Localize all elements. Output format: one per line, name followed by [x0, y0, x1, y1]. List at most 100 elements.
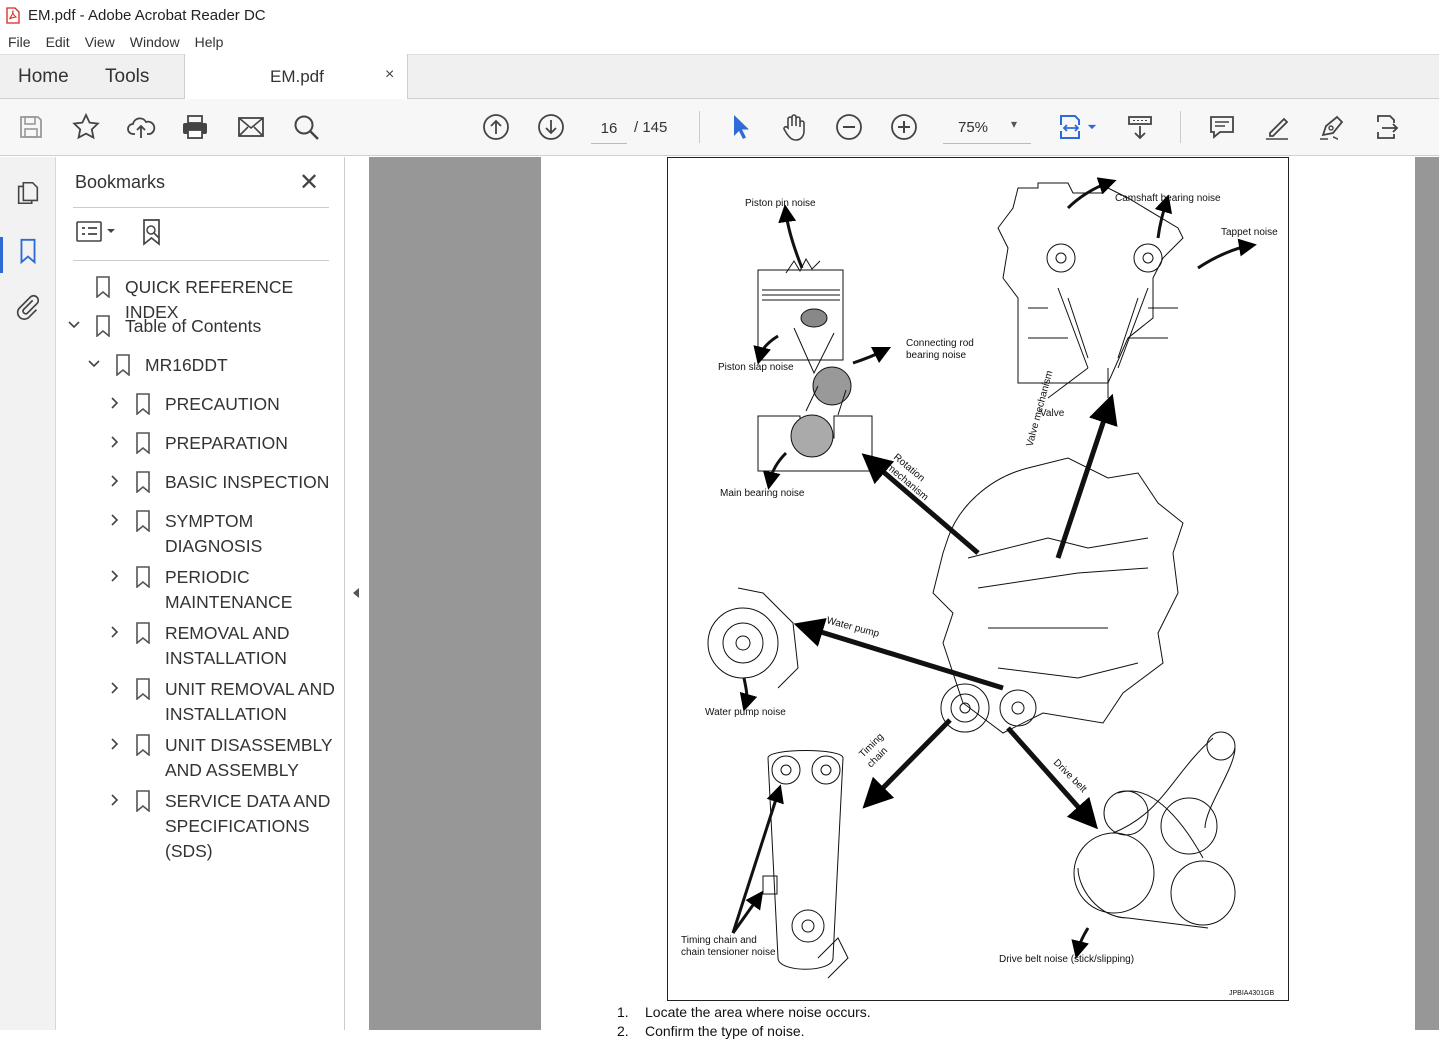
chevron-right-icon[interactable]	[107, 509, 121, 539]
bookmark-item[interactable]: SERVICE DATA AND SPECIFICATIONS (SDS)	[57, 789, 345, 864]
chevron-right-icon[interactable]	[107, 621, 121, 651]
tab-document[interactable]: EM.pdf ×	[184, 54, 408, 100]
email-icon[interactable]	[235, 111, 267, 143]
menu-window[interactable]: Window	[130, 34, 180, 50]
collapse-panel-icon[interactable]	[349, 583, 363, 603]
menu-edit[interactable]: Edit	[46, 34, 70, 50]
bookmark-label: SERVICE DATA AND SPECIFICATIONS (SDS)	[165, 791, 331, 861]
chevron-down-icon[interactable]	[87, 353, 101, 383]
share-edit-icon[interactable]	[1371, 111, 1403, 143]
bookmark-icon	[135, 393, 151, 416]
chevron-right-icon[interactable]	[107, 565, 121, 595]
bookmark-icon	[95, 315, 111, 338]
next-page-icon[interactable]	[535, 111, 567, 143]
tab-strip: Home Tools EM.pdf ×	[0, 54, 1439, 100]
highlight-pen-icon[interactable]	[1261, 111, 1293, 143]
chevron-right-icon[interactable]	[107, 392, 121, 422]
page-thumbnails-icon[interactable]	[12, 177, 44, 209]
bookmark-label: Table of Contents	[125, 316, 262, 336]
window-title: EM.pdf - Adobe Acrobat Reader DC	[28, 6, 266, 24]
select-arrow-icon[interactable]	[724, 111, 756, 143]
bookmark-label: PERIODIC MAINTENANCE	[165, 567, 293, 612]
bookmark-label: SYMPTOM DIAGNOSIS	[165, 511, 263, 556]
page-number-input[interactable]	[591, 114, 627, 144]
bookmark-label: UNIT REMOVAL AND INSTALLATION	[165, 679, 335, 724]
close-panel-icon[interactable]: ✕	[299, 168, 319, 197]
attachments-icon[interactable]	[12, 290, 44, 322]
sign-pen-icon[interactable]	[1316, 111, 1348, 143]
bookmark-icon	[135, 432, 151, 455]
hand-tool-icon[interactable]	[778, 111, 810, 143]
bookmark-item[interactable]: PRECAUTION	[57, 392, 345, 417]
bookmark-icon	[135, 471, 151, 494]
scroll-mode-icon[interactable]	[1124, 111, 1156, 143]
bearing-noise-label: bearing noise	[906, 350, 967, 361]
tab-tools[interactable]: Tools	[105, 66, 149, 88]
zoom-value: 75%	[958, 119, 989, 136]
bookmark-icon	[135, 678, 151, 701]
divider	[73, 260, 329, 261]
close-tab-icon[interactable]: ×	[385, 66, 394, 84]
bookmark-label: PREPARATION	[165, 433, 288, 453]
engine-diagram-drawing: Valve mechanism Rotation mechanism Water…	[707, 177, 1257, 979]
drive-belt-noise-label: Drive belt noise (stick/slipping)	[999, 954, 1135, 965]
print-icon[interactable]	[179, 111, 211, 143]
bookmark-item[interactable]: QUICK REFERENCE INDEX	[57, 275, 345, 322]
cloud-upload-icon[interactable]	[125, 111, 157, 143]
active-indicator	[0, 237, 3, 273]
chevron-down-icon[interactable]	[67, 314, 81, 344]
bookmark-item[interactable]: PERIODIC MAINTENANCE	[57, 565, 345, 615]
menu-help[interactable]: Help	[195, 34, 224, 50]
tab-document-label: EM.pdf	[270, 67, 324, 86]
left-tool-rail	[0, 157, 56, 1030]
chain-tensioner-noise-label: chain tensioner noise	[681, 947, 776, 958]
bookmarks-icon[interactable]	[12, 235, 44, 267]
page-count: / 145	[634, 119, 668, 136]
window-titlebar: EM.pdf - Adobe Acrobat Reader DC	[0, 0, 1439, 30]
bookmark-item[interactable]: PREPARATION	[57, 431, 345, 456]
zoom-level-dropdown[interactable]: 75% ▾	[943, 113, 1031, 144]
comment-icon[interactable]	[1206, 111, 1238, 143]
pdf-page: Valve mechanism Rotation mechanism Water…	[541, 157, 1415, 1039]
bookmark-item[interactable]: SYMPTOM DIAGNOSIS	[57, 509, 345, 559]
search-icon[interactable]	[290, 111, 322, 143]
chevron-right-icon[interactable]	[107, 733, 121, 763]
menu-view[interactable]: View	[85, 34, 115, 50]
star-icon[interactable]	[70, 111, 102, 143]
zoom-out-icon[interactable]	[833, 111, 865, 143]
chevron-down-icon: ▾	[1011, 117, 1018, 131]
fit-page-dropdown-icon[interactable]	[1082, 111, 1102, 143]
step-1: 1. Locate the area where noise occurs.	[617, 1004, 871, 1020]
bookmark-label: PRECAUTION	[165, 394, 280, 414]
chevron-right-icon[interactable]	[107, 431, 121, 461]
bookmarks-title: Bookmarks	[75, 172, 166, 192]
engine-noise-diagram: Valve mechanism Rotation mechanism Water…	[667, 157, 1289, 1001]
water-pump-noise-label: Water pump noise	[705, 707, 786, 718]
bookmark-item[interactable]: REMOVAL AND INSTALLATION	[57, 621, 345, 671]
chevron-right-icon[interactable]	[107, 677, 121, 707]
bookmark-item[interactable]: Table of Contents	[57, 314, 345, 339]
tab-home[interactable]: Home	[18, 66, 69, 88]
bookmark-item[interactable]: UNIT REMOVAL AND INSTALLATION	[57, 677, 345, 727]
bookmark-item[interactable]: BASIC INSPECTION	[57, 470, 345, 495]
bookmark-item[interactable]: UNIT DISASSEMBLY AND ASSEMBLY	[57, 733, 345, 783]
piston-slap-noise-label: Piston slap noise	[718, 362, 794, 373]
zoom-in-icon[interactable]	[888, 111, 920, 143]
menu-file[interactable]: File	[8, 34, 31, 50]
tappet-noise-label: Tappet noise	[1221, 227, 1278, 238]
options-list-icon[interactable]	[75, 217, 121, 247]
bookmark-label: BASIC INSPECTION	[165, 472, 330, 492]
menu-bar: File Edit View Window Help	[0, 30, 1439, 54]
chevron-right-icon[interactable]	[107, 470, 121, 500]
pdf-app-icon	[6, 6, 20, 24]
save-icon[interactable]	[15, 111, 47, 143]
vertical-scrollbar[interactable]	[1416, 157, 1439, 1030]
step-2: 2. Confirm the type of noise.	[617, 1023, 805, 1039]
previous-page-icon[interactable]	[480, 111, 512, 143]
bookmark-label: UNIT DISASSEMBLY AND ASSEMBLY	[165, 735, 333, 780]
drive-belt-arrow-label: Drive belt	[1051, 757, 1089, 795]
document-viewport[interactable]: Valve mechanism Rotation mechanism Water…	[369, 157, 1439, 1039]
add-bookmark-icon[interactable]	[139, 217, 169, 247]
chevron-right-icon[interactable]	[107, 789, 121, 819]
bookmark-item[interactable]: MR16DDT	[57, 353, 345, 378]
